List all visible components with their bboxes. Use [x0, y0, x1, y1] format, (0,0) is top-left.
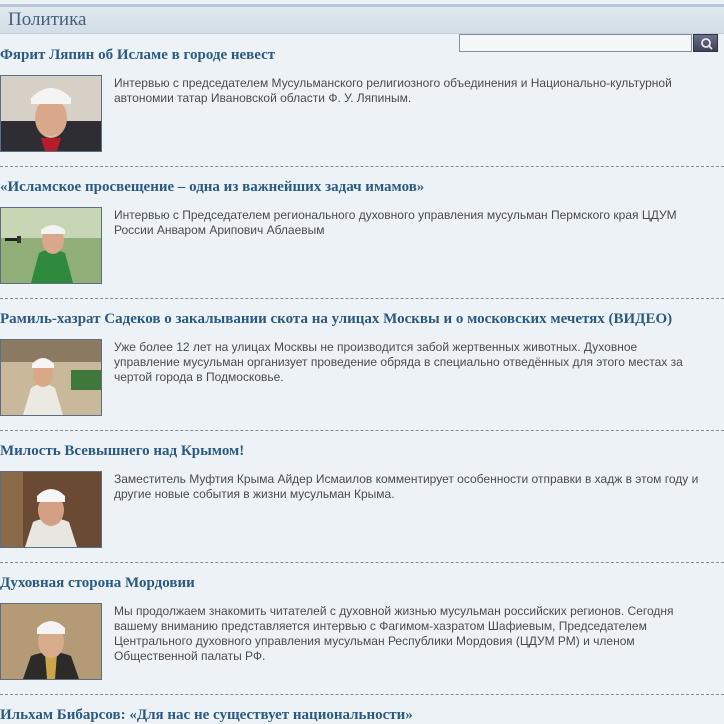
- article-title-link[interactable]: Рамиль-хазрат Садеков о закалывании скот…: [0, 311, 672, 328]
- article-thumbnail[interactable]: [0, 471, 102, 548]
- divider: [0, 562, 724, 563]
- divider: [0, 694, 724, 695]
- article-thumbnail[interactable]: [0, 207, 102, 284]
- article-thumbnail[interactable]: [0, 339, 102, 416]
- divider: [0, 166, 724, 167]
- article-item: Духовная сторона Мордовии Мы продолжаем …: [0, 575, 724, 695]
- article-title-link[interactable]: «Исламское просвещение – одна из важнейш…: [0, 179, 424, 196]
- article-item: Фярит Ляпин об Исламе в городе невест Ин…: [0, 47, 724, 167]
- article-thumbnail[interactable]: [0, 603, 102, 680]
- article-title-link[interactable]: Ильхам Бибарсов: «Для нас не существует …: [0, 707, 413, 724]
- article-excerpt: Заместитель Муфтия Крыма Айдер Исмаилов …: [114, 472, 699, 501]
- article-thumbnail[interactable]: [0, 75, 102, 152]
- article-item: Милость Всевышнего над Крымом! Заместите…: [0, 443, 724, 563]
- article-item: «Исламское просвещение – одна из важнейш…: [0, 179, 724, 299]
- article-excerpt: Интервью с Председателем регионального д…: [114, 208, 677, 237]
- article-excerpt: Интервью с председателем Мусульманского …: [114, 76, 672, 105]
- article-title-link[interactable]: Фярит Ляпин об Исламе в городе невест: [0, 47, 275, 64]
- section-header: Политика: [0, 7, 724, 34]
- article-excerpt: Мы продолжаем знакомить читателей с духо…: [114, 604, 674, 663]
- section-title: Политика: [8, 9, 87, 30]
- article-item: Ильхам Бибарсов: «Для нас не существует …: [0, 707, 724, 724]
- divider: [0, 298, 724, 299]
- article-item: Рамиль-хазрат Садеков о закалывании скот…: [0, 311, 724, 431]
- article-excerpt: Уже более 12 лет на улицах Москвы не про…: [114, 340, 683, 384]
- divider: [0, 430, 724, 431]
- article-title-link[interactable]: Милость Всевышнего над Крымом!: [0, 443, 244, 460]
- article-title-link[interactable]: Духовная сторона Мордовии: [0, 575, 195, 592]
